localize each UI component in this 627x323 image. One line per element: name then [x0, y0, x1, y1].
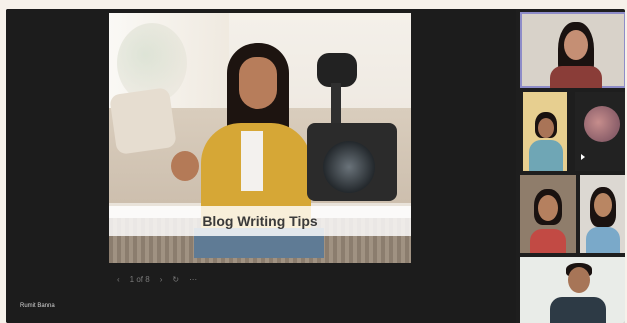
participant-shirt: [550, 297, 606, 323]
chevron-right-icon[interactable]: ›: [160, 275, 163, 284]
sync-icon[interactable]: ↻: [172, 275, 179, 284]
meeting-window: Blog Writing Tips ‹ 1 of 8 › ↻ ⋯ Rumit B…: [6, 9, 625, 323]
participant-face: [568, 267, 590, 293]
participant-shirt: [586, 227, 620, 253]
participant-face: [594, 193, 612, 217]
slide-navigation-bar: ‹ 1 of 8 › ↻ ⋯: [109, 271, 419, 287]
slide-caption-banner: Blog Writing Tips: [109, 206, 411, 236]
slide-woman-face: [239, 57, 277, 109]
participant-tile-active-speaker[interactable]: [520, 12, 625, 88]
participant-avatar: [584, 106, 620, 142]
slide-cushion: [109, 87, 177, 155]
participant-shirt: [529, 140, 563, 171]
slide-camera-mic: [317, 53, 357, 87]
presentation-slide[interactable]: Blog Writing Tips: [109, 13, 411, 263]
slide-woman-hand: [171, 151, 199, 181]
presenter-name-label: Rumit Banna: [20, 303, 55, 309]
participant-rail: [517, 9, 625, 323]
more-dots-icon[interactable]: ⋯: [189, 275, 197, 284]
slide-mic-stem: [331, 83, 341, 127]
slide-woman-shirt: [241, 131, 263, 191]
slide-camera-lens: [323, 141, 375, 193]
participant-face: [538, 118, 554, 138]
participant-tile[interactable]: [520, 175, 576, 253]
participant-face: [564, 30, 588, 60]
slide-caption-text: Blog Writing Tips: [202, 213, 318, 229]
participant-tile[interactable]: [580, 175, 625, 253]
participant-shirt: [550, 66, 602, 88]
participant-tile[interactable]: [523, 92, 567, 171]
cursor-pointer-icon: [581, 154, 585, 160]
participant-shirt: [530, 229, 566, 253]
participant-face: [538, 195, 558, 221]
shared-content-stage: Blog Writing Tips ‹ 1 of 8 › ↻ ⋯ Rumit B…: [6, 9, 516, 323]
participant-tile-avatar[interactable]: [575, 92, 625, 171]
chevron-left-icon[interactable]: ‹: [117, 275, 120, 284]
participant-tile[interactable]: [520, 257, 625, 323]
slide-page-indicator: 1 of 8: [129, 274, 150, 284]
